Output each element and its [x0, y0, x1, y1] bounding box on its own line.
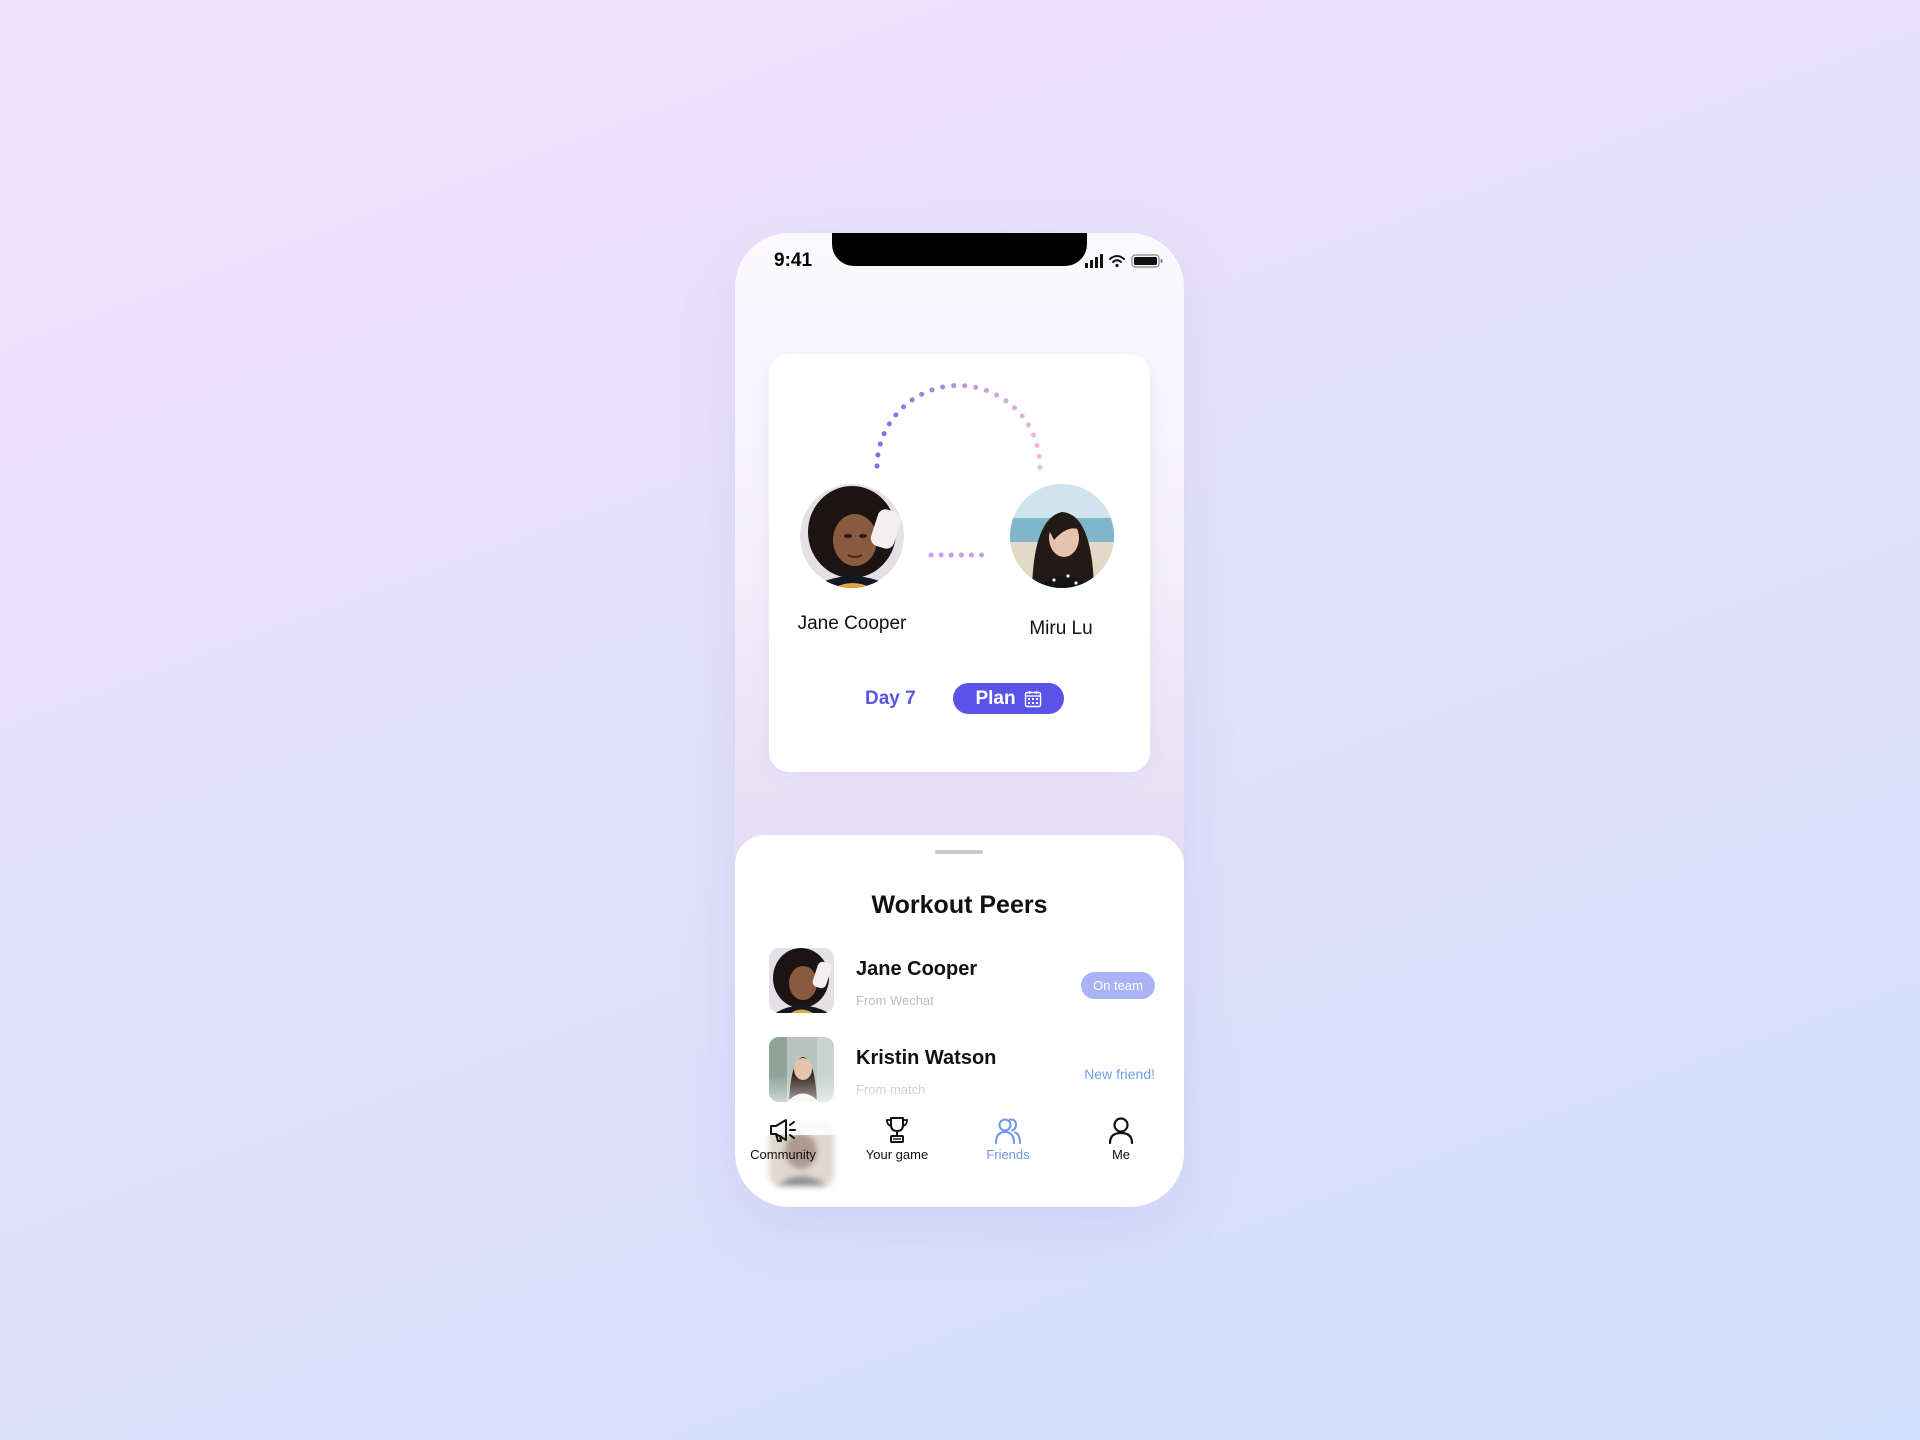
cellular-signal-icon — [1085, 254, 1103, 268]
tab-label: Friends — [986, 1147, 1030, 1162]
calendar-icon — [1024, 690, 1042, 708]
plan-button[interactable]: Plan — [953, 683, 1064, 714]
tab-me[interactable]: Me — [1076, 1115, 1166, 1171]
on-team-badge[interactable]: On team — [1081, 972, 1155, 999]
tab-friends[interactable]: Friends — [963, 1115, 1053, 1171]
sheet-drag-handle[interactable] — [935, 850, 983, 854]
peer-avatar — [769, 1037, 834, 1102]
sheet-title: Workout Peers — [871, 891, 1048, 919]
jane-cooper-avatar[interactable] — [800, 484, 904, 588]
peer-name: Jane Cooper — [856, 958, 978, 980]
trophy-icon — [882, 1115, 912, 1145]
tab-label: Your game — [865, 1147, 929, 1162]
miru-lu-avatar[interactable] — [1010, 484, 1114, 588]
tab-label: Community — [750, 1147, 816, 1162]
day-counter: Day 7 — [865, 688, 916, 709]
tab-your-game[interactable]: Your game — [852, 1115, 942, 1171]
peer-list-item[interactable]: Kristin Watson From match New friend! — [769, 1037, 1159, 1103]
partner-pair-card: Jane Cooper Miru Lu Day 7 Plan — [769, 354, 1150, 772]
new-friend-label[interactable]: New friend! — [1084, 1066, 1155, 1082]
peer-source: From match — [856, 1082, 926, 1097]
person-icon — [1106, 1115, 1136, 1145]
bottom-tab-bar: Community Your game Friends Me — [735, 1115, 1184, 1175]
peer-name: Kristin Watson — [856, 1047, 997, 1069]
status-time: 9:41 — [774, 250, 813, 271]
peer-list-item[interactable]: Jane Cooper From Wechat On team — [769, 948, 1159, 1014]
battery-icon — [1131, 254, 1163, 268]
megaphone-icon — [768, 1115, 798, 1145]
phone-notch — [832, 233, 1087, 266]
right-user-name: Miru Lu — [1029, 618, 1093, 639]
phone-screen: 9:41 Jane Cooper Miru Lu Day 7 Plan Work… — [735, 233, 1184, 1207]
wifi-icon — [1109, 255, 1125, 268]
left-user-name: Jane Cooper — [797, 613, 907, 634]
plan-button-label: Plan — [975, 687, 1016, 709]
tab-label: Me — [1111, 1147, 1131, 1162]
peer-avatar — [769, 948, 834, 1013]
tab-community[interactable]: Community — [738, 1115, 828, 1171]
peer-source: From Wechat — [856, 993, 934, 1008]
friends-icon — [993, 1115, 1023, 1145]
status-icons — [1085, 253, 1167, 269]
